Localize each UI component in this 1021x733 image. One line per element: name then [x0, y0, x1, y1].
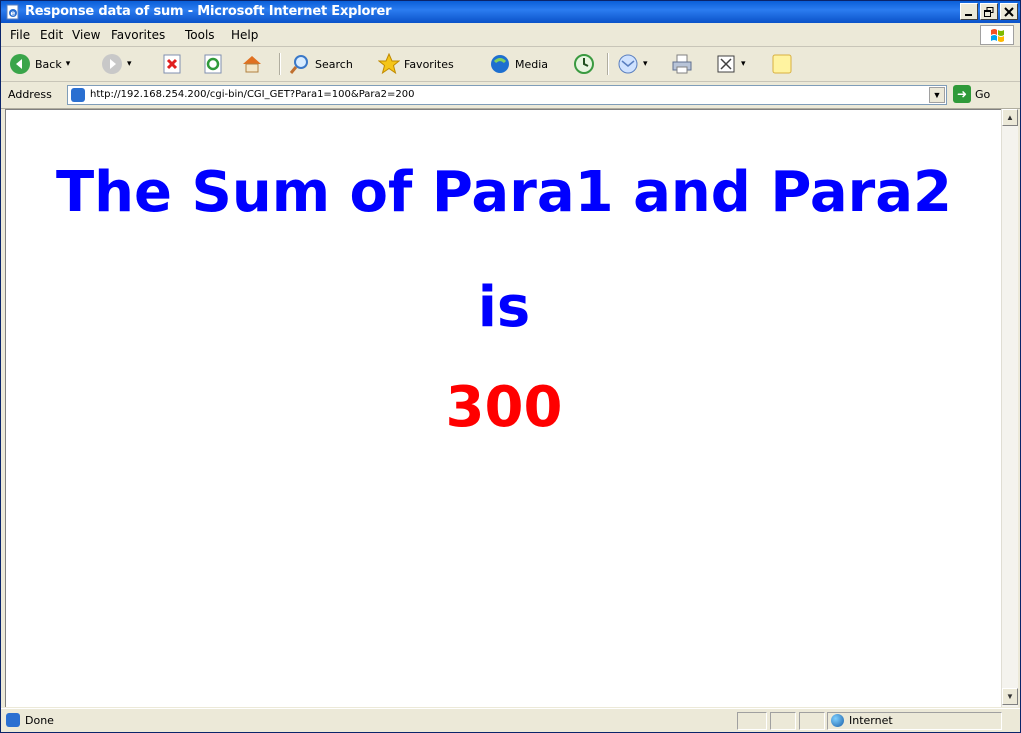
menu-bar: File Edit View Favorites Tools Help — [1, 24, 1020, 47]
address-input[interactable]: http://192.168.254.200/cgi-bin/CGI_GET?P… — [67, 85, 947, 105]
back-dropdown-icon[interactable]: ▾ — [66, 59, 71, 69]
menu-edit[interactable]: Edit — [40, 28, 63, 42]
discuss-button[interactable] — [771, 51, 793, 77]
stop-icon — [163, 54, 181, 74]
print-button[interactable] — [671, 51, 693, 77]
media-label: Media — [515, 57, 549, 71]
favorites-label: Favorites — [404, 57, 454, 71]
windows-logo-throbber — [980, 25, 1014, 45]
go-label: Go — [975, 87, 991, 101]
forward-dropdown-icon[interactable]: ▾ — [127, 59, 132, 69]
scroll-up-icon[interactable]: ▲ — [1002, 109, 1018, 126]
zone-label: Internet — [849, 714, 893, 727]
minimize-icon — [965, 13, 972, 16]
refresh-icon — [204, 54, 222, 74]
page-content: The Sum of Para1 and Para2 is 300 — [5, 109, 1001, 707]
page-icon — [71, 88, 85, 102]
go-button[interactable]: ➜ Go — [953, 85, 990, 103]
scroll-down-icon[interactable]: ▼ — [1002, 688, 1018, 705]
favorites-button[interactable]: Favorites — [378, 51, 454, 77]
restore-icon — [984, 6, 994, 17]
note-icon — [772, 54, 792, 74]
home-icon — [243, 56, 261, 73]
forward-button[interactable]: ▾ — [101, 51, 132, 77]
close-icon — [1004, 6, 1014, 17]
status-text: Done — [25, 714, 54, 727]
menu-view[interactable]: View — [72, 28, 100, 42]
ie-page-icon: e — [6, 4, 19, 20]
result-value: 300 — [445, 375, 563, 440]
edit-button[interactable]: ▾ — [715, 51, 746, 77]
internet-globe-icon — [831, 714, 844, 727]
back-label: Back — [35, 57, 62, 71]
close-button[interactable] — [1000, 3, 1018, 20]
mail-icon — [618, 54, 638, 74]
search-label: Search — [315, 57, 353, 71]
menu-favorites[interactable]: Favorites — [111, 28, 165, 42]
is-text: is — [477, 275, 531, 340]
window-title: Response data of sum - Microsoft Interne… — [25, 4, 392, 19]
address-label: Address — [8, 88, 52, 101]
menu-file[interactable]: File — [10, 28, 30, 42]
edit-dropdown-icon[interactable]: ▾ — [741, 59, 746, 69]
back-button[interactable]: Back ▾ — [9, 51, 70, 77]
windows-flag-icon — [991, 29, 1004, 42]
mail-button[interactable]: ▾ — [617, 51, 648, 77]
go-arrow-icon: ➜ — [953, 85, 971, 103]
status-panel — [737, 712, 767, 730]
address-bar: Address http://192.168.254.200/cgi-bin/C… — [1, 82, 1020, 109]
history-icon — [574, 54, 594, 74]
standard-toolbar: Back ▾ ▾ Search Favorites Media ▾ ▾ — [1, 47, 1020, 82]
vertical-scrollbar[interactable]: ▲ ▼ — [1001, 109, 1018, 707]
menu-tools[interactable]: Tools — [185, 28, 215, 42]
search-button[interactable]: Search — [289, 51, 353, 77]
media-icon — [491, 55, 509, 73]
done-page-icon — [6, 713, 20, 727]
status-panel — [799, 712, 825, 730]
minimize-button[interactable] — [960, 3, 978, 20]
status-panel — [770, 712, 796, 730]
security-zone: Internet — [831, 714, 893, 727]
address-url[interactable]: http://192.168.254.200/cgi-bin/CGI_GET?P… — [90, 89, 414, 100]
maximize-button[interactable] — [980, 3, 998, 20]
mail-dropdown-icon[interactable]: ▾ — [643, 59, 648, 69]
svg-text:e: e — [11, 10, 16, 18]
stop-button[interactable] — [161, 51, 183, 77]
history-button[interactable] — [573, 51, 595, 77]
sum-heading: The Sum of Para1 and Para2 — [55, 160, 953, 225]
browser-window: e Response data of sum - Microsoft Inter… — [0, 0, 1021, 733]
media-button[interactable]: Media — [489, 51, 548, 77]
home-button[interactable] — [241, 51, 263, 77]
forward-arrow-icon — [102, 54, 122, 74]
title-bar[interactable]: e Response data of sum - Microsoft Inter… — [1, 1, 1020, 23]
refresh-button[interactable] — [202, 51, 224, 77]
favorites-star-icon — [378, 53, 400, 75]
back-arrow-icon — [10, 54, 30, 74]
print-icon — [672, 54, 692, 74]
edit-page-icon — [717, 55, 735, 73]
search-icon — [289, 55, 308, 74]
status-bar: Done Internet — [1, 708, 1020, 732]
address-dropdown-icon[interactable]: ▼ — [929, 87, 945, 103]
menu-help[interactable]: Help — [231, 28, 258, 42]
